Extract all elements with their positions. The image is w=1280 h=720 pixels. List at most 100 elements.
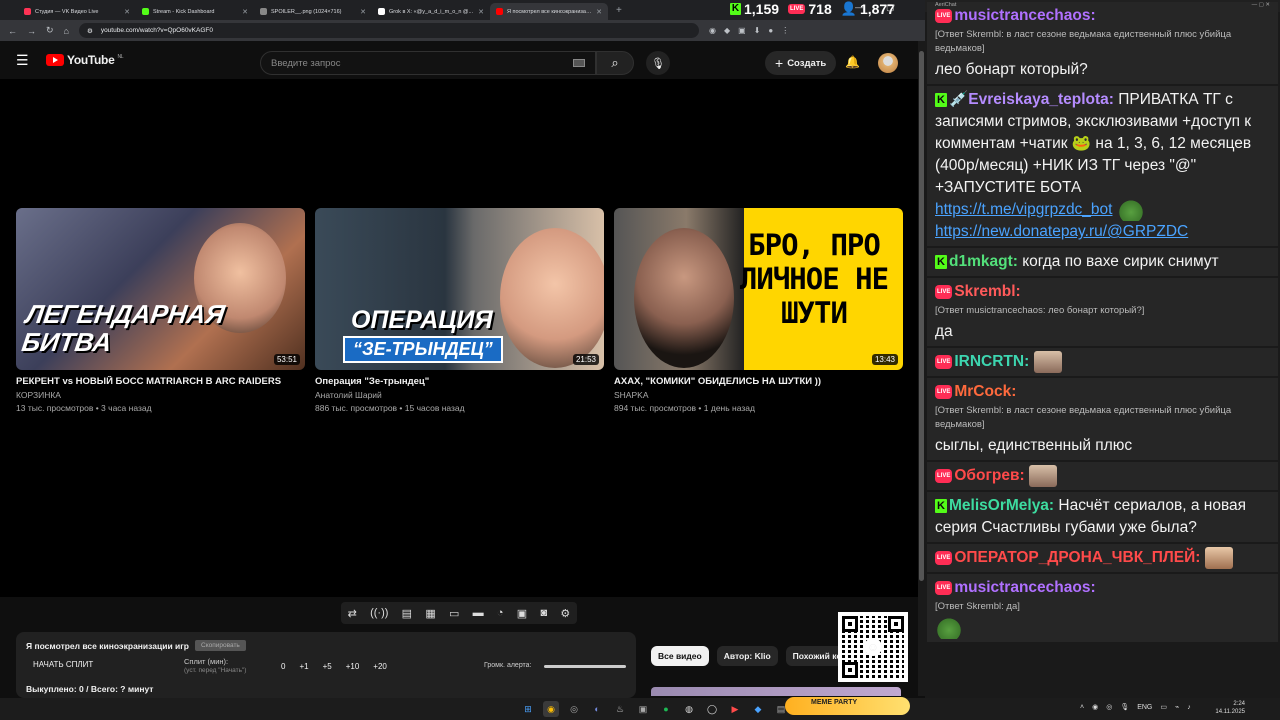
- search-button[interactable]: ⌕: [596, 51, 634, 75]
- tab-close-icon[interactable]: ✕: [360, 8, 366, 16]
- endscreen-card[interactable]: ЛЕГЕНДАРНАЯ БИТВА 53:51 РЕКРЕНТ vs НОВЫЙ…: [16, 208, 305, 413]
- site-info-icon[interactable]: ⚙: [87, 27, 93, 35]
- app-icon[interactable]: ◎: [566, 701, 582, 717]
- chat-window-controls[interactable]: — ▢ ✕: [1252, 2, 1270, 10]
- extension-icon[interactable]: ▣: [738, 26, 746, 35]
- page-scrollbar[interactable]: [918, 41, 925, 696]
- browser-tab[interactable]: Stream - Kick Dashboard ✕: [136, 3, 254, 20]
- broadcast-icon[interactable]: ((·)): [370, 607, 388, 619]
- endscreen-card[interactable]: ОПЕРАЦИЯ “ЗЕ-ТРЫНДЕЦ” 21:53 Операция "Зе…: [315, 208, 604, 413]
- menu-icon[interactable]: ☰: [16, 52, 34, 69]
- tab-close-icon[interactable]: ✕: [596, 8, 602, 16]
- reload-icon[interactable]: ↻: [46, 25, 54, 36]
- pip-icon[interactable]: ▣: [517, 607, 527, 620]
- chat-nickname[interactable]: ОПЕРАТОР_ДРОНА_ЧВК_ПЛЕЙ:: [954, 549, 1200, 566]
- volume-icon[interactable]: ♪: [1187, 704, 1191, 711]
- home-icon[interactable]: ⌂: [64, 26, 69, 36]
- tab-close-icon[interactable]: ✕: [242, 8, 248, 16]
- chat-nickname[interactable]: musictrancechaos:: [954, 579, 1095, 596]
- add-20-button[interactable]: +20: [373, 662, 387, 671]
- spotify-icon[interactable]: ●: [658, 701, 674, 717]
- meme-party-widget[interactable]: MEME PARTY: [785, 697, 910, 715]
- screenshot-icon[interactable]: ◙: [540, 607, 547, 619]
- notifications-bell-icon[interactable]: 🔔: [845, 55, 860, 69]
- back-icon[interactable]: ←: [8, 26, 17, 36]
- start-split-button[interactable]: НАЧАТЬ СПЛИТ: [26, 658, 186, 672]
- network-icon[interactable]: ⌁: [1175, 703, 1179, 711]
- chat-nickname[interactable]: MrCock:: [954, 383, 1016, 400]
- browser-tab[interactable]: Grok в X: «@y_a_d_i_m_o_n @... ✕: [372, 3, 490, 20]
- monitor-icon[interactable]: ▭: [1160, 703, 1167, 711]
- channel-name[interactable]: КОРЗИНКА: [16, 390, 305, 400]
- keyboard-icon[interactable]: [573, 59, 585, 67]
- screen-icon[interactable]: ▭: [449, 607, 459, 620]
- playlist-icon[interactable]: ▤: [402, 607, 412, 620]
- speed-icon[interactable]: ◔: [497, 607, 504, 619]
- chat-link[interactable]: https://new.donatepay.ru/@GRPZDC: [935, 223, 1188, 240]
- extension-icon[interactable]: ◆: [724, 26, 730, 35]
- tab-close-icon[interactable]: ✕: [478, 8, 484, 16]
- video-title[interactable]: РЕКРЕНТ vs НОВЫЙ БОСС MATRIARCH В ARC RA…: [16, 376, 305, 387]
- voice-search-button[interactable]: 🎙: [646, 51, 670, 75]
- video-thumbnail[interactable]: БРО, ПРО ЛИЧНОЕ НЕ ШУТИ 13:43: [614, 208, 903, 370]
- clock[interactable]: 2:24 14.11.2025: [1205, 700, 1245, 716]
- settings-gear-icon[interactable]: ⚙: [560, 607, 570, 620]
- app-icon[interactable]: ▶: [727, 701, 743, 717]
- obs-icon[interactable]: ◯: [704, 701, 720, 717]
- chip-author[interactable]: Автор: Klio: [716, 646, 778, 666]
- app-icon[interactable]: ▣: [635, 701, 651, 717]
- add-5-button[interactable]: +5: [323, 662, 332, 671]
- discord-icon[interactable]: ◐: [589, 701, 605, 717]
- tab-close-icon[interactable]: ✕: [124, 8, 130, 16]
- browser-tab[interactable]: SPOILER__.png (1024×716) ✕: [254, 3, 372, 20]
- video-title[interactable]: Операция "Зе-трындец": [315, 376, 604, 387]
- url-field[interactable]: ⚙ youtube.com/watch?v=QpO60vKAGF0: [78, 23, 699, 38]
- youtube-logo[interactable]: YouTube NL: [46, 53, 124, 67]
- chat-nickname[interactable]: IRNCRTN:: [954, 353, 1029, 370]
- video-thumbnail[interactable]: ОПЕРАЦИЯ “ЗЕ-ТРЫНДЕЦ” 21:53: [315, 208, 604, 370]
- copy-button[interactable]: Скопировать: [195, 640, 246, 651]
- chrome-icon[interactable]: ◉: [543, 701, 559, 717]
- language-indicator[interactable]: ENG: [1137, 704, 1152, 711]
- search-input[interactable]: Введите запрос: [260, 51, 596, 75]
- tray-icon[interactable]: ◎: [1106, 703, 1112, 711]
- chip-all-videos[interactable]: Все видео: [651, 646, 709, 666]
- new-tab-button[interactable]: +: [616, 5, 622, 16]
- app-icon[interactable]: ◍: [681, 701, 697, 717]
- channel-name[interactable]: SHAPKA: [614, 390, 903, 400]
- theater-icon[interactable]: ▬: [473, 607, 484, 619]
- chat-nickname[interactable]: 💉Evreiskaya_teplota:: [949, 91, 1114, 108]
- menu-icon[interactable]: ⋮: [781, 26, 789, 35]
- tray-icon[interactable]: ◉: [1092, 703, 1098, 711]
- video-thumbnail[interactable]: ЛЕГЕНДАРНАЯ БИТВА 53:51: [16, 208, 305, 370]
- loop-icon[interactable]: ⇄: [348, 607, 357, 620]
- forward-icon[interactable]: →: [27, 26, 36, 36]
- video-title[interactable]: АХАХ, "КОМИКИ" ОБИДЕЛИСЬ НА ШУТКИ )): [614, 376, 903, 387]
- chat-nickname[interactable]: MelisOrMelya:: [949, 497, 1054, 514]
- avatar[interactable]: [878, 53, 898, 73]
- add-10-button[interactable]: +10: [346, 662, 360, 671]
- endscreen-card[interactable]: БРО, ПРО ЛИЧНОЕ НЕ ШУТИ 13:43 АХАХ, "КОМ…: [614, 208, 903, 413]
- create-button[interactable]: + Создать: [765, 51, 837, 75]
- chat-nickname[interactable]: d1mkagt:: [949, 253, 1018, 270]
- add-1-button[interactable]: +1: [299, 662, 308, 671]
- chat-link[interactable]: https://t.me/vipgrpzdc_bot: [935, 201, 1112, 218]
- clip-icon[interactable]: ▦: [425, 607, 435, 620]
- tray-chevron-icon[interactable]: ˄: [1080, 704, 1084, 711]
- windows-start-icon[interactable]: ⊞: [520, 701, 536, 717]
- chat-nickname[interactable]: Обогрев:: [954, 467, 1024, 484]
- alert-volume-slider[interactable]: [544, 665, 626, 668]
- maximize-icon[interactable]: ▢: [886, 2, 895, 13]
- chat-nickname[interactable]: Skrembl:: [954, 283, 1020, 300]
- channel-name[interactable]: Анатолий Шарий: [315, 390, 604, 400]
- extension-icon[interactable]: ◉: [709, 26, 716, 35]
- steam-icon[interactable]: ♨: [612, 701, 628, 717]
- app-icon[interactable]: ◆: [750, 701, 766, 717]
- browser-tab[interactable]: Я посмотрел все киноэкранизации... ✕: [490, 3, 608, 20]
- extension-icon[interactable]: ⬇: [754, 26, 761, 35]
- chat-nickname[interactable]: musictrancechaos:: [954, 7, 1095, 24]
- profile-icon[interactable]: ●: [768, 26, 773, 35]
- tab-search-button[interactable]: [0, 0, 18, 20]
- related-video-thumbnail[interactable]: [651, 687, 901, 696]
- mic-icon[interactable]: 🎙: [1120, 703, 1129, 711]
